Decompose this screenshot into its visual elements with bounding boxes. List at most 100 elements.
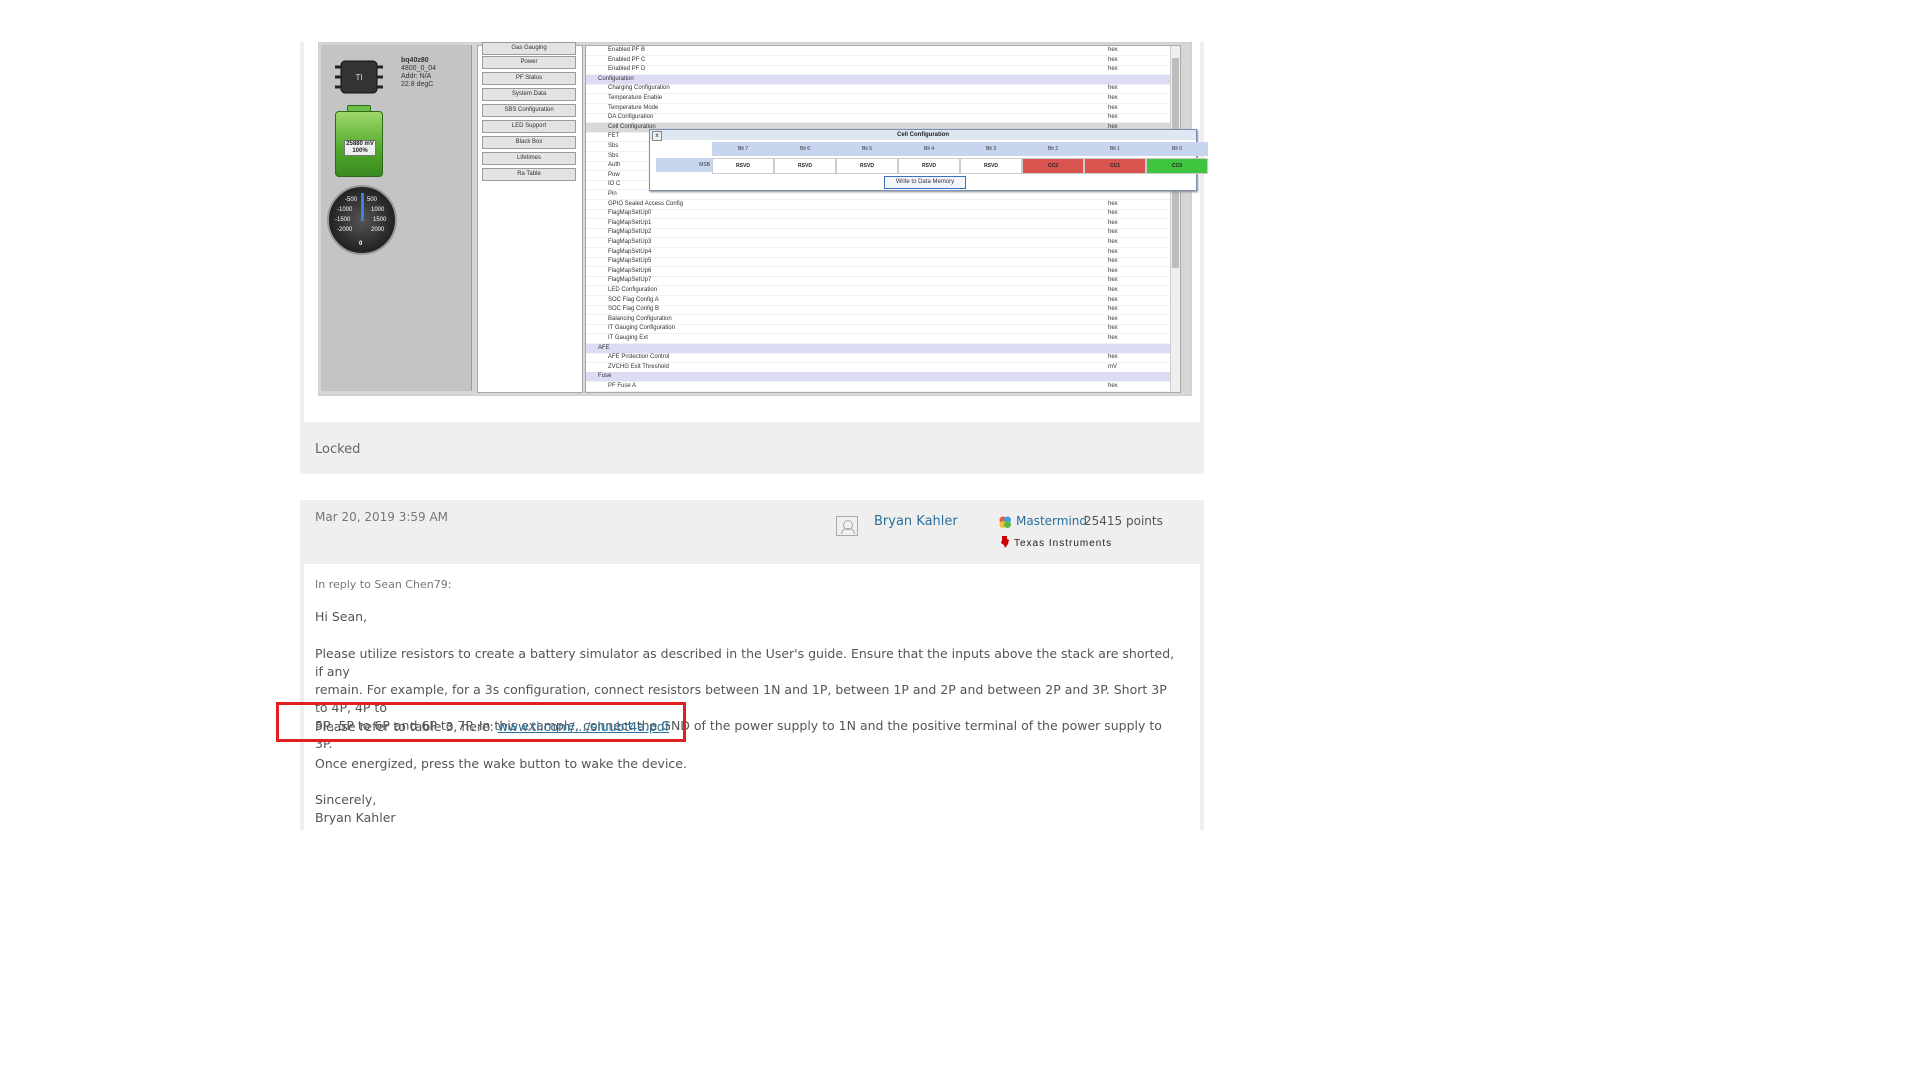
table-row[interactable]: Pin xyxy=(586,190,1170,200)
table-row[interactable]: IT Gauging Configuration hex xyxy=(586,324,1170,335)
row-name: Fuse xyxy=(598,373,612,380)
bit-header: Bit 1 xyxy=(1084,142,1147,156)
table-row[interactable]: ZVCHG Exit Threshold mV xyxy=(586,363,1170,373)
row-type: hex xyxy=(1108,315,1118,322)
signature: Bryan Kahler xyxy=(315,810,396,825)
menu-item[interactable]: Ra Table xyxy=(482,168,576,181)
reply-to-label[interactable]: In reply to Sean Chen79: xyxy=(315,578,451,591)
menu-item[interactable]: Lifetimes xyxy=(482,152,576,165)
gauge-label: -500 xyxy=(345,197,358,203)
write-to-data-memory-button[interactable]: Write to Data Memory xyxy=(884,176,966,189)
table-row[interactable]: SOC Flag Config A hex xyxy=(586,296,1170,306)
row-type: hex xyxy=(1108,200,1118,207)
table-row[interactable]: AFE Protection Control hex xyxy=(586,353,1170,364)
table-row[interactable]: Charging Configuration hex xyxy=(586,84,1170,95)
row-type: hex xyxy=(1108,248,1118,255)
row-type: hex xyxy=(1108,66,1118,73)
bit-header: Bit 4 xyxy=(898,142,961,156)
row-name: AFE Protection Control xyxy=(608,354,670,361)
menu-item[interactable]: Black Box xyxy=(482,136,576,149)
reply-post: Mar 20, 2019 3:59 AM Bryan Kahler Master… xyxy=(300,500,1204,830)
row-name: Pin xyxy=(608,191,617,197)
menu-item[interactable]: SBS Configuration xyxy=(482,104,576,117)
greeting: Hi Sean, xyxy=(315,609,368,624)
table-section[interactable]: AFE xyxy=(586,343,1170,354)
menu-item[interactable]: PF Status xyxy=(482,72,576,85)
close-icon[interactable]: x xyxy=(652,131,662,141)
table-row[interactable]: IT Gauging Ext hex xyxy=(586,334,1170,344)
paragraph-line: Please utilize resistors to create a bat… xyxy=(315,646,1175,679)
row-name: FlagMapSetUp0 xyxy=(608,210,652,217)
bit-value[interactable]: CC1 xyxy=(1084,158,1146,174)
table-row[interactable]: FlagMapSetUp3 hex xyxy=(586,238,1170,248)
bit-value[interactable]: RSVD xyxy=(712,158,774,174)
bit-value[interactable]: RSVD xyxy=(774,158,836,174)
row-type: hex xyxy=(1108,306,1118,313)
row-type: hex xyxy=(1108,354,1118,361)
device-panel: TI bq40z80 4800_0_04 Addr: N/A 22.8 degC… xyxy=(321,45,472,391)
author-link[interactable]: Bryan Kahler xyxy=(874,514,958,529)
row-name: Temperature Mode xyxy=(608,104,659,111)
row-type: hex xyxy=(1108,325,1118,332)
popup-title: Cell Configuration xyxy=(650,130,1196,140)
table-section[interactable]: Configuration xyxy=(586,74,1170,85)
table-row[interactable]: Temperature Enable hex xyxy=(586,94,1170,104)
row-type: mV xyxy=(1108,363,1117,370)
battery-percent: 100% xyxy=(352,148,368,154)
row-type: hex xyxy=(1108,383,1118,389)
rank-link[interactable]: Mastermind xyxy=(1016,514,1087,528)
table-row[interactable]: Enabled PF C hex xyxy=(586,56,1170,66)
menu-item[interactable]: System Data xyxy=(482,88,576,101)
paragraph-wake: Once energized, press the wake button to… xyxy=(315,756,687,771)
bit-value[interactable]: RSVD xyxy=(960,158,1022,174)
gauge-label: 2000 xyxy=(371,227,385,233)
avatar-icon[interactable] xyxy=(836,516,858,536)
table-row[interactable]: PF Fuse A hex xyxy=(586,382,1170,392)
chip-icon: TI xyxy=(335,60,383,94)
table-row[interactable]: FlagMapSetUp6 hex xyxy=(586,267,1170,277)
table-row[interactable]: Temperature Mode hex xyxy=(586,104,1170,114)
row-name: ZVCHG Exit Threshold xyxy=(608,363,669,370)
bit-header: Bit 3 xyxy=(960,142,1023,156)
table-row[interactable]: FlagMapSetUp2 hex xyxy=(586,228,1170,239)
row-name: LED Configuration xyxy=(608,287,658,293)
table-row[interactable]: FlagMapSetUp1 hex xyxy=(586,219,1170,229)
table-row[interactable]: FlagMapSetUp0 hex xyxy=(586,209,1170,220)
menu-item[interactable]: LED Support xyxy=(482,120,576,133)
texas-instruments-logo xyxy=(1001,536,1009,548)
row-name: AFE xyxy=(598,344,610,351)
battery-voltage: 25880 mV xyxy=(346,141,374,147)
row-type: hex xyxy=(1108,267,1118,274)
bit-value[interactable]: RSVD xyxy=(836,158,898,174)
bit-value[interactable]: CC0 xyxy=(1146,158,1208,174)
scrollbar[interactable] xyxy=(1170,46,1180,392)
table-row[interactable]: SOC Flag Config B hex xyxy=(586,305,1170,316)
table-row[interactable]: FlagMapSetUp7 hex xyxy=(586,276,1170,287)
post-body: In reply to Sean Chen79: Hi Sean, Please… xyxy=(304,564,1200,830)
table-row[interactable]: FlagMapSetUp4 hex xyxy=(586,248,1170,258)
device-fw: 4800_0_04 xyxy=(401,65,437,72)
gauge-needle xyxy=(361,193,364,221)
table-row[interactable]: LED Configuration hex xyxy=(586,286,1170,296)
menu-item[interactable]: Gas Gauging xyxy=(482,42,576,55)
row-name: Auth xyxy=(608,162,621,169)
row-name: Sbs xyxy=(608,152,619,159)
row-name: FlagMapSetUp4 xyxy=(608,248,652,255)
company-name: Texas Instruments xyxy=(1014,538,1113,549)
table-row[interactable]: Balancing Configuration hex xyxy=(586,315,1170,325)
bit-value[interactable]: RSVD xyxy=(898,158,960,174)
table-row[interactable]: GPIO Sealed Access Config hex xyxy=(586,200,1170,210)
device-temp: 22.8 degC xyxy=(401,81,434,88)
table-row[interactable]: DA Configuration hex xyxy=(586,113,1170,124)
bit-header: Bit 5 xyxy=(836,142,899,156)
table-row[interactable]: FlagMapSetUp5 hex xyxy=(586,257,1170,268)
menu-item[interactable]: Power xyxy=(482,56,576,69)
bit-value[interactable]: CC2 xyxy=(1022,158,1084,174)
table-section[interactable]: Fuse xyxy=(586,372,1170,383)
locked-status: Locked xyxy=(315,442,361,457)
table-row[interactable]: Enabled PF B hex xyxy=(586,46,1170,56)
table-row[interactable]: Enabled PF D hex xyxy=(586,65,1170,76)
row-type: hex xyxy=(1108,56,1118,63)
msb-label: MSB xyxy=(656,158,712,172)
battery-readout: 25880 mV 100% xyxy=(344,140,376,156)
